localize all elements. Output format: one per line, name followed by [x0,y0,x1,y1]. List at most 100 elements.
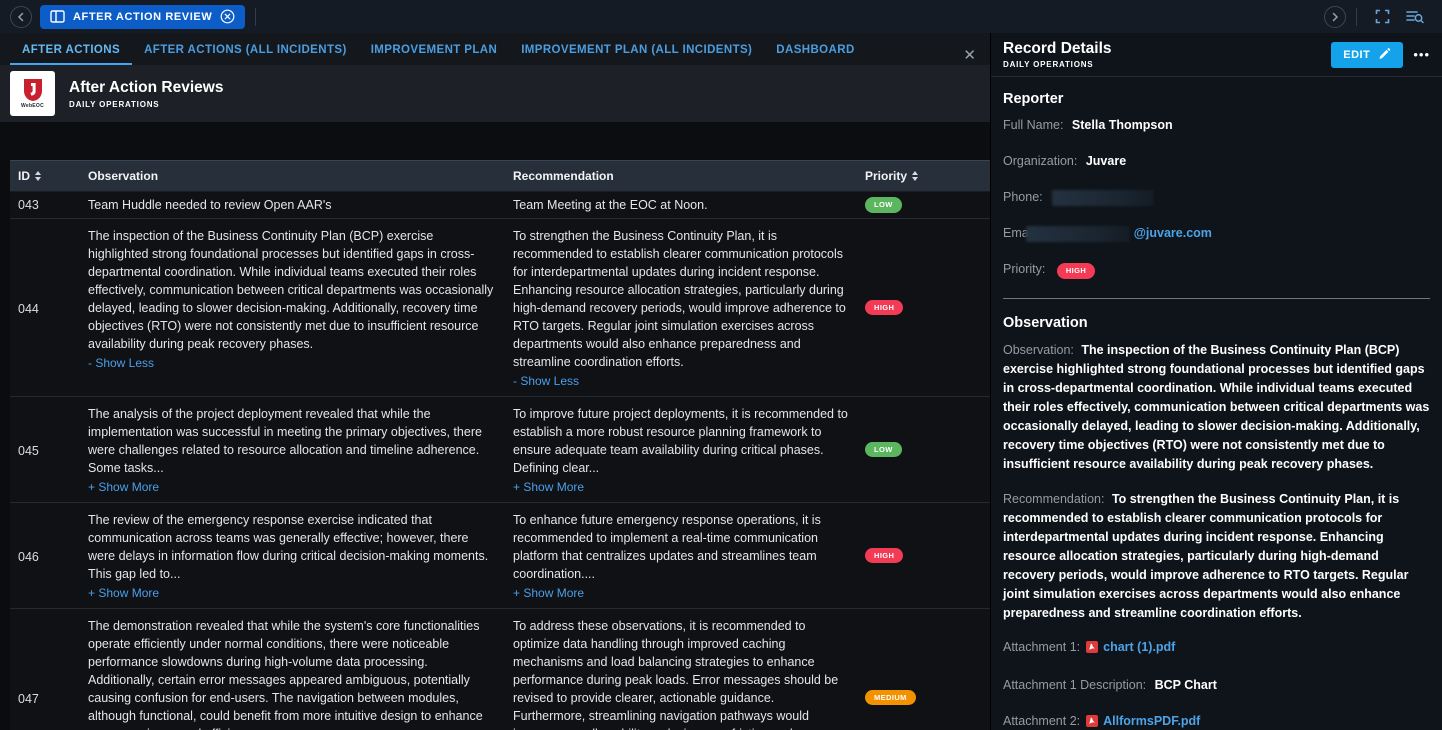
tab-dashboard[interactable]: DASHBOARD [764,36,866,65]
juvare-shield-icon [23,78,43,102]
show-less-link[interactable]: - Show Less [88,354,154,372]
after-actions-table: ID Observation Recommendation Priority 0… [0,160,990,730]
attachment-1-description-value: BCP Chart [1155,678,1217,692]
table-row[interactable]: 045 The analysis of the project deployme… [10,397,990,503]
table-row[interactable]: 044 The inspection of the Business Conti… [10,219,990,397]
tab-improvement-plan-all-incidents[interactable]: IMPROVEMENT PLAN (ALL INCIDENTS) [509,36,764,65]
window-tab-label: AFTER ACTION REVIEW [73,11,212,23]
fullscreen-icon [1375,9,1390,24]
row-recommendation: To address these observations, it is rec… [505,609,857,730]
redacted-email-value [1026,226,1130,242]
board-panel: AFTER ACTIONS AFTER ACTIONS (ALL INCIDEN… [0,33,990,730]
observation-detail: Observation: The inspection of the Busin… [1003,341,1430,474]
phone-field: Phone: [1003,189,1430,206]
row-recommendation: To enhance future emergency response ope… [505,503,857,608]
priority-badge: HIGH [865,300,903,316]
more-menu-icon[interactable]: ••• [1413,47,1430,62]
show-more-link[interactable]: + Show More [513,584,584,602]
pdf-file-icon [1086,641,1098,658]
tab-after-actions-all-incidents[interactable]: AFTER ACTIONS (ALL INCIDENTS) [132,36,359,65]
organization-label: Organization: [1003,154,1077,168]
email-field: Email: @juvare.com [1003,225,1430,242]
recommendation-label: Recommendation: [1003,492,1104,506]
view-tab-bar: AFTER ACTIONS AFTER ACTIONS (ALL INCIDEN… [0,33,990,65]
board-title: After Action Reviews [69,79,223,97]
edit-button-label: EDIT [1343,49,1370,61]
divider [255,8,256,26]
pdf-file-icon [1086,715,1098,730]
show-more-link[interactable]: + Show More [513,478,584,496]
row-id: 045 [10,397,80,502]
tab-improvement-plan[interactable]: IMPROVEMENT PLAN [359,36,510,65]
reporter-heading: Reporter [1003,91,1430,107]
row-id: 047 [10,609,80,730]
attachment-2-link[interactable]: AllformsPDF.pdf [1103,714,1200,728]
row-id: 046 [10,503,80,608]
column-header-id[interactable]: ID [10,161,80,191]
row-recommendation: To strengthen the Business Continuity Pl… [505,219,857,396]
board-layout-icon [50,10,65,23]
board-subtitle: DAILY OPERATIONS [69,100,223,109]
full-name-field: Full Name: Stella Thompson [1003,117,1430,134]
phone-label: Phone: [1003,190,1043,204]
tab-after-actions[interactable]: AFTER ACTIONS [10,36,132,65]
show-less-link[interactable]: - Show Less [513,372,579,390]
record-details-title: Record Details [1003,40,1112,58]
column-header-priority[interactable]: Priority [857,161,990,191]
list-search-icon [1406,9,1424,24]
attachment-1-field: Attachment 1: chart (1).pdf [1003,639,1430,658]
record-details-panel: Record Details DAILY OPERATIONS EDIT •••… [990,33,1442,730]
row-observation: Team Huddle needed to review Open AAR's [80,192,505,218]
attachment-1-description-field: Attachment 1 Description: BCP Chart [1003,677,1430,694]
board-search-button[interactable] [1398,9,1432,24]
back-button[interactable] [10,6,32,28]
table-row[interactable]: 047 The demonstration revealed that whil… [10,609,990,730]
organization-field: Organization: Juvare [1003,153,1430,170]
window-tab-close-icon[interactable] [220,9,235,24]
column-header-recommendation: Recommendation [505,161,857,191]
priority-badge: MEDIUM [865,690,916,706]
divider [1356,8,1357,26]
recommendation-detail: Recommendation: To strengthen the Busine… [1003,490,1430,623]
attachment-2-label: Attachment 2: [1003,714,1080,728]
board-header: WebEOC After Action Reviews DAILY OPERAT… [0,65,990,122]
priority-badge: HIGH [1057,263,1095,279]
full-name-value: Stella Thompson [1072,118,1173,132]
attachment-2-field: Attachment 2: AllformsPDF.pdf [1003,713,1430,730]
forward-button[interactable] [1324,6,1346,28]
priority-badge: LOW [865,442,902,458]
window-tab-after-action-review[interactable]: AFTER ACTION REVIEW [40,5,245,29]
section-divider [1003,298,1430,299]
observation-value: The inspection of the Business Continuit… [1003,343,1429,471]
priority-label: Priority: [1003,262,1045,276]
panel-close-icon[interactable]: ✕ [963,48,976,63]
juvare-webeoc-logo: WebEOC [10,71,55,116]
observation-heading: Observation [1003,315,1430,331]
attachment-1-link[interactable]: chart (1).pdf [1103,640,1175,654]
email-domain-link[interactable]: @juvare.com [1134,226,1212,240]
sort-icon[interactable] [35,171,41,181]
show-more-link[interactable]: + Show More [88,584,159,602]
show-more-link[interactable]: + Show More [88,478,159,496]
edit-button[interactable]: EDIT [1331,42,1403,68]
row-recommendation: Team Meeting at the EOC at Noon. [505,192,857,218]
sort-icon[interactable] [912,171,918,181]
recommendation-value: To strengthen the Business Continuity Pl… [1003,492,1408,620]
attachment-1-description-label: Attachment 1 Description: [1003,678,1146,692]
row-id: 043 [10,192,80,218]
row-observation: The review of the emergency response exe… [80,503,505,608]
redacted-phone-value [1052,190,1154,206]
table-row[interactable]: 046 The review of the emergency response… [10,503,990,609]
priority-field: Priority: HIGH [1003,261,1430,279]
priority-badge: LOW [865,197,902,213]
attachment-1-label: Attachment 1: [1003,640,1080,654]
row-observation: The inspection of the Business Continuit… [80,219,505,396]
column-header-observation: Observation [80,161,505,191]
table-row[interactable]: 043 Team Huddle needed to review Open AA… [10,192,990,219]
fullscreen-button[interactable] [1367,9,1398,24]
record-details-body: Reporter Full Name: Stella Thompson Orga… [991,77,1442,730]
record-details-subtitle: DAILY OPERATIONS [1003,60,1112,69]
observation-label: Observation: [1003,343,1074,357]
logo-text: WebEOC [21,103,44,109]
toolbar-spacer [0,122,990,160]
